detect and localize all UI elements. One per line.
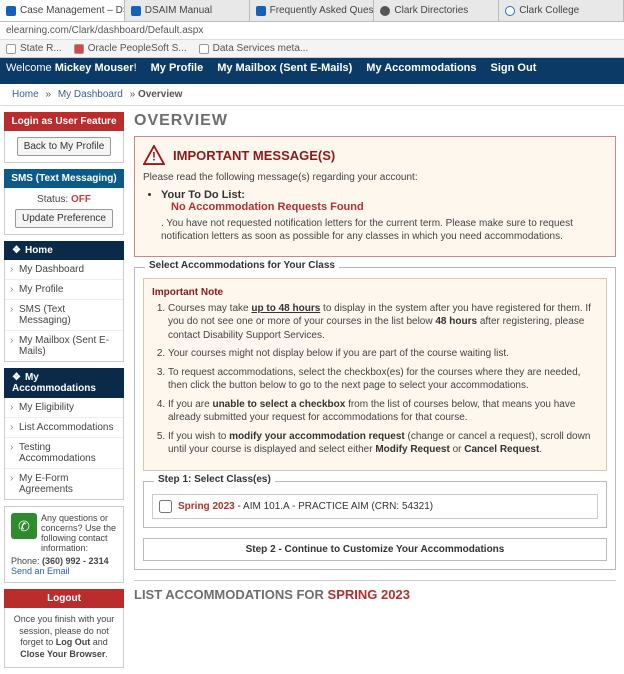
browser-tab-clark-college[interactable]: Clark College (499, 0, 624, 21)
accommodations-nav-header: ❖My Accommodations (4, 368, 124, 398)
contact-box: ✆ Any questions or concerns? Use the fol… (4, 506, 124, 583)
breadcrumb-dashboard[interactable]: My Dashboard (58, 89, 123, 100)
tab-favicon (505, 6, 515, 16)
bookmark-label: State R... (20, 43, 62, 54)
tab-favicon (6, 6, 16, 16)
bookmark-label: Oracle PeopleSoft S... (88, 43, 187, 54)
note-4: If you are unable to select a checkbox f… (168, 398, 598, 425)
address-text: elearning.com/Clark/dashboard/Default.as… (6, 25, 203, 36)
important-message-box: ! IMPORTANT MESSAGE(S) Please read the f… (134, 136, 616, 257)
bookmark-state[interactable]: State R... (6, 43, 62, 54)
sidebar-item-eligibility[interactable]: My Eligibility (5, 398, 123, 417)
sidebar-item-eform[interactable]: My E-Form Agreements (5, 468, 123, 499)
login-feature-header: Login as User Feature (4, 112, 124, 131)
note-1: Courses may take up to 48 hours to displ… (168, 302, 598, 343)
step1-fieldset: Step 1: Select Class(es) Spring 2023 - A… (143, 481, 607, 528)
update-preference-button[interactable]: Update Preference (15, 209, 113, 228)
send-email-link[interactable]: Send an Email (11, 566, 70, 576)
login-feature-box: Login as User Feature Back to My Profile (4, 112, 124, 163)
tab-favicon (256, 6, 266, 16)
note-3: To request accommodations, select the ch… (168, 366, 598, 393)
svg-text:!: ! (152, 149, 156, 163)
bookmark-data-services[interactable]: Data Services meta... (199, 43, 309, 54)
tab-label: Case Management – DSAIM (20, 5, 125, 16)
sidebar-item-testing[interactable]: Testing Accommodations (5, 437, 123, 468)
browser-tab-faq[interactable]: Frequently Asked Questions – D (250, 0, 375, 21)
tab-favicon (131, 6, 141, 16)
logout-box: Logout Once you finish with your session… (4, 589, 124, 668)
important-note-title: Important Note (152, 287, 598, 298)
bookmark-label: Data Services meta... (213, 43, 309, 54)
top-navigation: Welcome Mickey Mouser! My Profile My Mai… (0, 58, 624, 78)
bookmark-icon (6, 44, 16, 54)
tab-label: Clark College (519, 5, 579, 16)
back-to-profile-button[interactable]: Back to My Profile (17, 137, 112, 156)
breadcrumb-current: Overview (138, 89, 182, 100)
logout-header: Logout (4, 589, 124, 608)
tab-label: Clark Directories (394, 5, 468, 16)
sms-status: Status: OFF (9, 194, 119, 205)
no-requests-found: No Accommodation Requests Found (171, 201, 607, 213)
todo-text: . You have not requested notification le… (161, 217, 607, 244)
nav-sign-out[interactable]: Sign Out (491, 62, 537, 74)
list-accommodations-section: LIST ACCOMMODATIONS FOR SPRING 2023 (134, 580, 616, 602)
welcome-text: Welcome Mickey Mouser! (6, 62, 137, 74)
logout-body: Once you finish with your session, pleas… (4, 608, 124, 668)
nav-my-mailbox[interactable]: My Mailbox (Sent E-Mails) (217, 62, 352, 74)
note-5: If you wish to modify your accommodation… (168, 430, 598, 457)
todo-label: Your To Do List: (161, 189, 245, 201)
sidebar-item-mailbox[interactable]: My Mailbox (Sent E-Mails) (5, 330, 123, 361)
browser-tab-clark-directories[interactable]: Clark Directories (374, 0, 499, 21)
nav-my-profile[interactable]: My Profile (151, 62, 204, 74)
breadcrumb-home[interactable]: Home (12, 89, 39, 100)
class-row: Spring 2023 - AIM 101.A - PRACTICE AIM (… (152, 494, 598, 519)
tab-favicon (380, 6, 390, 16)
sidebar-item-sms[interactable]: SMS (Text Messaging) (5, 299, 123, 330)
step2-label: Step 2 - Continue to Customize Your Acco… (246, 544, 505, 555)
contact-intro: Any questions or concerns? Use the follo… (41, 513, 117, 553)
breadcrumb: Home » My Dashboard » Overview (0, 84, 624, 106)
sms-header: SMS (Text Messaging) (4, 169, 124, 188)
home-nav-box: ❖Home My Dashboard My Profile SMS (Text … (4, 241, 124, 362)
tab-label: DSAIM Manual (145, 5, 212, 16)
step2-button[interactable]: Step 2 - Continue to Customize Your Acco… (143, 538, 607, 561)
note-2: Your courses might not display below if … (168, 347, 598, 361)
home-nav-header: ❖Home (4, 241, 124, 260)
important-message-title: IMPORTANT MESSAGE(S) (173, 148, 335, 163)
browser-tabs: Case Management – DSAIM DSAIM Manual Fre… (0, 0, 624, 22)
select-accommodations-legend: Select Accommodations for Your Class (145, 260, 339, 271)
bookmark-icon (199, 44, 209, 54)
browser-tab-dsaim-manual[interactable]: DSAIM Manual (125, 0, 250, 21)
sidebar-item-list-accommodations[interactable]: List Accommodations (5, 417, 123, 437)
warning-icon: ! (143, 145, 165, 165)
class-label: Spring 2023 - AIM 101.A - PRACTICE AIM (… (178, 501, 433, 512)
accommodations-nav-box: ❖My Accommodations My Eligibility List A… (4, 368, 124, 500)
msg-intro: Please read the following message(s) reg… (143, 171, 607, 185)
bookmarks-bar: State R... Oracle PeopleSoft S... Data S… (0, 40, 624, 58)
sidebar: Login as User Feature Back to My Profile… (0, 106, 128, 674)
address-bar[interactable]: elearning.com/Clark/dashboard/Default.as… (0, 22, 624, 40)
class-checkbox[interactable] (159, 500, 172, 513)
important-note-box: Important Note Courses may take up to 48… (143, 278, 607, 471)
sidebar-item-my-dashboard[interactable]: My Dashboard (5, 260, 123, 279)
browser-tab-case-management[interactable]: Case Management – DSAIM (0, 0, 125, 21)
page-title: OVERVIEW (134, 112, 616, 130)
sidebar-item-my-profile[interactable]: My Profile (5, 279, 123, 299)
tab-label: Frequently Asked Questions – D (270, 5, 375, 16)
bookmark-icon (74, 44, 84, 54)
main-content: OVERVIEW ! IMPORTANT MESSAGE(S) Please r… (128, 106, 624, 674)
nav-my-accommodations[interactable]: My Accommodations (366, 62, 476, 74)
step1-legend: Step 1: Select Class(es) (154, 474, 275, 485)
list-accommodations-title: LIST ACCOMMODATIONS FOR SPRING 2023 (134, 587, 410, 602)
select-accommodations-fieldset: Select Accommodations for Your Class Imp… (134, 267, 616, 570)
phone-icon: ✆ (11, 513, 37, 539)
contact-phone: Phone: (360) 992 - 2314 (11, 556, 117, 566)
bookmark-oracle[interactable]: Oracle PeopleSoft S... (74, 43, 187, 54)
sms-box: SMS (Text Messaging) Status: OFF Update … (4, 169, 124, 235)
